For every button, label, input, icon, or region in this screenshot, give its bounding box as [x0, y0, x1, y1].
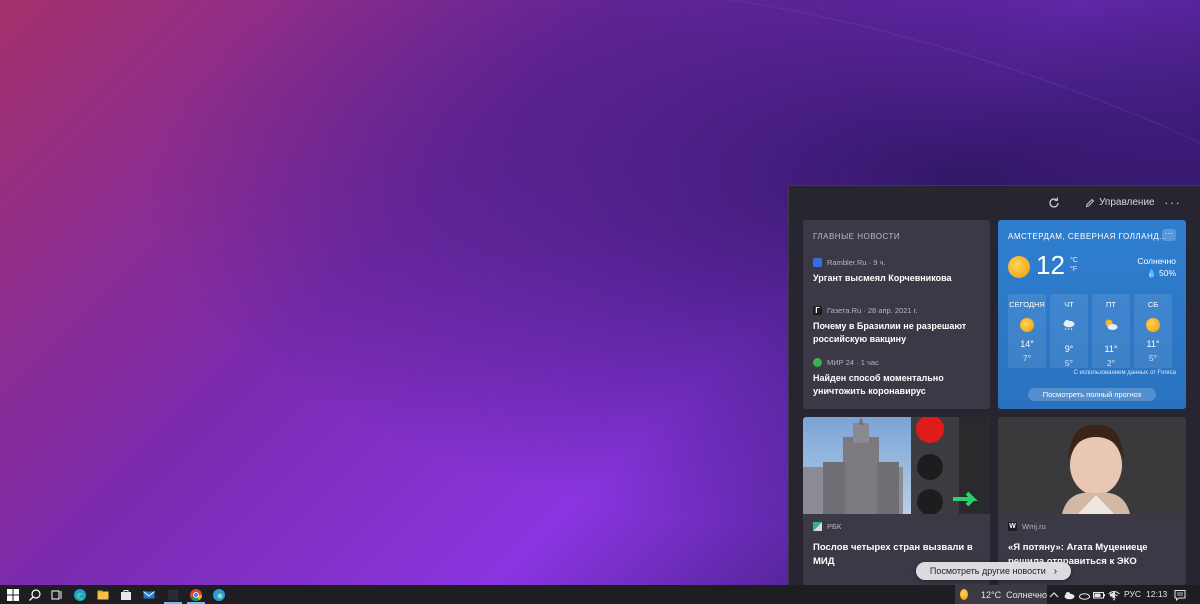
partly-cloudy-icon [1105, 319, 1118, 330]
forecast-days: СЕГОДНЯ 14° 7° ЧТ 9° 5° ПТ 11° 2° СБ 11°… [1008, 294, 1172, 368]
unit-celsius[interactable]: °C [1070, 256, 1078, 265]
news-item[interactable]: Г Газета.Ru · 28 апр. 2021 г. Почему в Б… [813, 306, 983, 346]
news-image-building [803, 417, 990, 514]
input-language[interactable]: РУС [1124, 589, 1141, 599]
day-high: 11° [1104, 344, 1118, 354]
chrome-icon[interactable] [189, 588, 203, 602]
chevron-up-icon[interactable] [1047, 588, 1061, 602]
pencil-icon [1085, 198, 1095, 207]
day-high: 9° [1064, 344, 1074, 354]
taskbar-temperature: 12°C [980, 589, 1002, 600]
rbc-logo-icon [813, 522, 822, 531]
task-view-icon[interactable] [50, 588, 64, 602]
sun-icon [1008, 256, 1030, 278]
weather-card[interactable]: АМСТЕРДАМ, СЕВЕРНАЯ ГОЛЛАНД... ··· 12 °C… [998, 220, 1186, 409]
day-high: 11° [1146, 339, 1160, 349]
day-low: 5° [1148, 353, 1158, 363]
weather-more-icon[interactable]: ··· [1162, 229, 1176, 241]
forecast-day[interactable]: ЧТ 9° 5° [1050, 294, 1088, 368]
weather-temperature: 12 [1036, 250, 1065, 280]
mir24-logo-icon [813, 358, 822, 367]
news-headline[interactable]: Ургант высмеял Корчевникова [813, 272, 983, 285]
day-name: СЕГОДНЯ [1009, 300, 1045, 309]
see-more-news-button[interactable]: Посмотреть другие новости › [916, 562, 1071, 580]
news-interests-panel: Управление ··· ГЛАВНЫЕ НОВОСТИ Rambler.R… [788, 185, 1200, 585]
top-news-card: ГЛАВНЫЕ НОВОСТИ Rambler.Ru · 9 ч. Ургант… [803, 220, 990, 409]
battery-icon[interactable] [1092, 588, 1106, 602]
refresh-icon[interactable] [1047, 196, 1061, 210]
news-source-text: РБК [827, 522, 842, 531]
windows-start-icon[interactable] [6, 588, 20, 602]
cloud-sync-icon[interactable] [1077, 588, 1091, 602]
droplet-icon: 💧 [1146, 269, 1157, 278]
rain-cloud-icon [1063, 320, 1075, 331]
news-card[interactable]: W Wmj.ru «Я потяну»: Агата Муцениеце реш… [998, 417, 1186, 585]
weather-location: АМСТЕРДАМ, СЕВЕРНАЯ ГОЛЛАНД... [1008, 232, 1168, 241]
manage-button[interactable]: Управление [1085, 197, 1155, 208]
news-source: Rambler.Ru · 9 ч. [813, 258, 983, 267]
news-image-portrait [998, 417, 1186, 514]
see-more-news-label: Посмотреть другие новости [929, 566, 1046, 576]
taskbar-condition: Солнечно [1006, 589, 1047, 600]
day-low: 2° [1106, 358, 1116, 368]
sun-icon [1020, 318, 1034, 332]
news-source-text: Rambler.Ru · 9 ч. [827, 258, 886, 267]
more-options-icon[interactable]: ··· [1164, 194, 1181, 210]
temperature-units[interactable]: °C °F [1070, 256, 1078, 274]
manage-label: Управление [1099, 197, 1155, 208]
news-headline[interactable]: Найден способ моментально уничтожить кор… [813, 372, 983, 398]
news-weather-button[interactable]: 12°C Солнечно [955, 585, 1047, 604]
news-item[interactable]: Rambler.Ru · 9 ч. Ургант высмеял Корчевн… [813, 258, 983, 285]
news-source-text: МИР 24 · 1 час [827, 358, 879, 367]
day-high: 14° [1020, 339, 1034, 349]
app-icon[interactable] [166, 588, 180, 602]
taskbar: 12°C Солнечно РУС 12:13 [0, 585, 1200, 604]
volume-icon[interactable] [1108, 588, 1122, 602]
news-card[interactable]: РБК Послов четырех стран вызвали в МИД [803, 417, 990, 585]
store-icon[interactable] [119, 588, 133, 602]
notification-center-icon[interactable] [1173, 588, 1187, 602]
weather-attribution: С использованием данных от Foreca [1073, 370, 1176, 376]
forecast-day[interactable]: СЕГОДНЯ 14° 7° [1008, 294, 1046, 368]
wmj-logo-icon: W [1008, 522, 1017, 531]
news-source: МИР 24 · 1 час [813, 358, 983, 367]
day-name: ПТ [1106, 300, 1116, 309]
full-forecast-button[interactable]: Посмотреть полный прогноз [1028, 388, 1156, 401]
humidity-value: 50% [1158, 268, 1176, 278]
news-source: W Wmj.ru [1008, 522, 1046, 531]
rambler-logo-icon [813, 258, 822, 267]
day-name: ЧТ [1064, 300, 1074, 309]
search-icon[interactable] [28, 588, 42, 602]
news-item[interactable]: МИР 24 · 1 час Найден способ моментально… [813, 358, 983, 398]
gazeta-logo-icon: Г [813, 306, 822, 315]
mail-icon[interactable] [142, 588, 156, 602]
edge-icon[interactable] [73, 588, 87, 602]
sun-icon [960, 589, 968, 600]
weather-humidity: 💧 50% [1147, 268, 1176, 278]
news-headline[interactable]: Почему в Бразилии не разрешают российску… [813, 320, 983, 346]
top-news-title: ГЛАВНЫЕ НОВОСТИ [813, 232, 901, 241]
forecast-day[interactable]: СБ 11° 5° [1134, 294, 1172, 368]
day-low: 7° [1022, 353, 1032, 363]
chevron-right-icon: › [1053, 565, 1058, 577]
day-name: СБ [1147, 300, 1159, 309]
forecast-day[interactable]: ПТ 11° 2° [1092, 294, 1130, 368]
weather-condition: Солнечно [1137, 256, 1176, 266]
edge-dev-icon[interactable] [212, 588, 226, 602]
clock-time[interactable]: 12:13 [1146, 589, 1167, 599]
news-source: Г Газета.Ru · 28 апр. 2021 г. [813, 306, 983, 315]
file-explorer-icon[interactable] [96, 588, 110, 602]
news-source-text: Газета.Ru · 28 апр. 2021 г. [827, 306, 918, 315]
news-source: РБК [813, 522, 841, 531]
sun-icon [1146, 318, 1160, 332]
unit-fahrenheit[interactable]: °F [1070, 265, 1078, 274]
panel-header: Управление ··· [789, 186, 1200, 220]
day-low: 5° [1064, 358, 1074, 368]
news-source-text: Wmj.ru [1022, 522, 1046, 531]
onedrive-icon[interactable] [1062, 588, 1076, 602]
